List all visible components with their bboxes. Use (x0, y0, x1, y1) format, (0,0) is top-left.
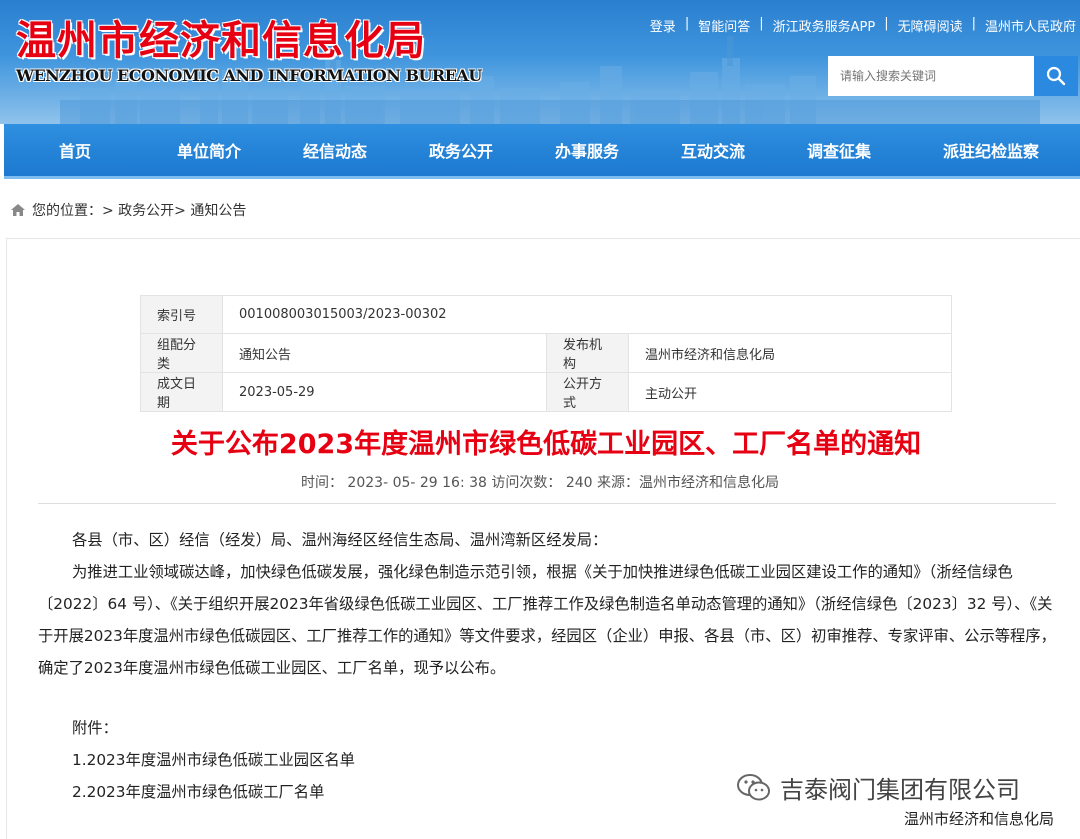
date-label: 成文日期 (140, 372, 223, 412)
link-separator: | (971, 16, 976, 31)
main-nav: 首页 单位简介 经信动态 政务公开 办事服务 互动交流 调查征集 派驻纪检监察 (4, 124, 1080, 179)
site-subtitle: WENZHOU ECONOMIC AND INFORMATION BUREAU (16, 66, 482, 85)
watermark-text: 吉泰阀门集团有限公司 (780, 776, 1020, 804)
wechat-icon (737, 773, 770, 800)
nav-news[interactable]: 经信动态 (272, 124, 398, 176)
category-value: 通知公告 (222, 333, 547, 373)
nav-home[interactable]: 首页 (4, 124, 146, 176)
top-link-login[interactable]: 登录 (650, 16, 676, 35)
top-link-city-government[interactable]: 温州市人民政府 (985, 16, 1076, 35)
index-value: 001008003015003/2023-00302 (222, 295, 952, 334)
search-button[interactable] (1034, 56, 1078, 96)
link-separator: | (884, 16, 889, 31)
search-icon (1046, 66, 1066, 86)
home-icon (11, 204, 25, 216)
watermark: 吉泰阀门集团有限公司 (736, 770, 1020, 805)
breadcrumb: 您的位置： > 政务公开> 通知公告 (10, 200, 246, 220)
link-separator: | (759, 16, 764, 31)
site-title: 温州市经济和信息化局 (16, 17, 426, 64)
disclosure-value: 主动公开 (628, 372, 952, 412)
nav-services[interactable]: 办事服务 (524, 124, 650, 176)
nav-survey[interactable]: 调查征集 (776, 124, 902, 176)
nav-about[interactable]: 单位简介 (146, 124, 272, 176)
body-paragraph: 为推进工业领域碳达峰，加快绿色低碳发展，强化绿色制造示范引领，根据《关于加快推进… (38, 563, 1056, 677)
top-link-smart-qa[interactable]: 智能问答 (698, 16, 750, 35)
top-link-zhejiang-app[interactable]: 浙江政务服务APP (773, 16, 876, 35)
site-header: 温州市经济和信息化局 WENZHOU ECONOMIC AND INFORMAT… (0, 0, 1080, 124)
document-meta-table: 索引号 001008003015003/2023-00302 组配分类 通知公告… (140, 295, 952, 412)
breadcrumb-path[interactable]: > 政务公开> 通知公告 (102, 200, 246, 220)
footer-source: 温州市经济和信息化局 (903, 810, 1054, 828)
category-label: 组配分类 (140, 333, 223, 373)
divider (38, 503, 1056, 504)
attachments-label: 附件： (72, 719, 118, 737)
disclosure-label: 公开方式 (546, 372, 629, 412)
article-title: 关于公布2023年度温州市绿色低碳工业园区、工厂名单的通知 (170, 429, 922, 460)
nav-public-affairs[interactable]: 政务公开 (398, 124, 524, 176)
top-links: 登录 | 智能问答 | 浙江政务服务APP | 无障碍阅读 | 温州市人民政府 (650, 16, 1076, 35)
publisher-value: 温州市经济和信息化局 (628, 333, 952, 373)
date-value: 2023-05-29 (222, 372, 547, 412)
breadcrumb-prefix: 您的位置： (32, 203, 102, 219)
link-separator: | (684, 16, 690, 31)
article-meta: 时间： 2023- 05- 29 16: 38 访问次数： 240 来源：温州市… (300, 475, 780, 491)
nav-interaction[interactable]: 互动交流 (650, 124, 776, 176)
nav-discipline-inspection[interactable]: 派驻纪检监察 (902, 124, 1080, 176)
top-link-accessibility[interactable]: 无障碍阅读 (898, 16, 963, 35)
publisher-label: 发布机构 (546, 333, 629, 373)
article-body: 各县（市、区）经信（经发）局、温州海经区经信生态局、温州湾新区经发局： 为推进工… (38, 524, 1056, 808)
search-input[interactable] (828, 56, 1034, 96)
salutation: 各县（市、区）经信（经发）局、温州海经区经信生态局、温州湾新区经发局： (72, 531, 608, 549)
index-label: 索引号 (140, 295, 223, 334)
